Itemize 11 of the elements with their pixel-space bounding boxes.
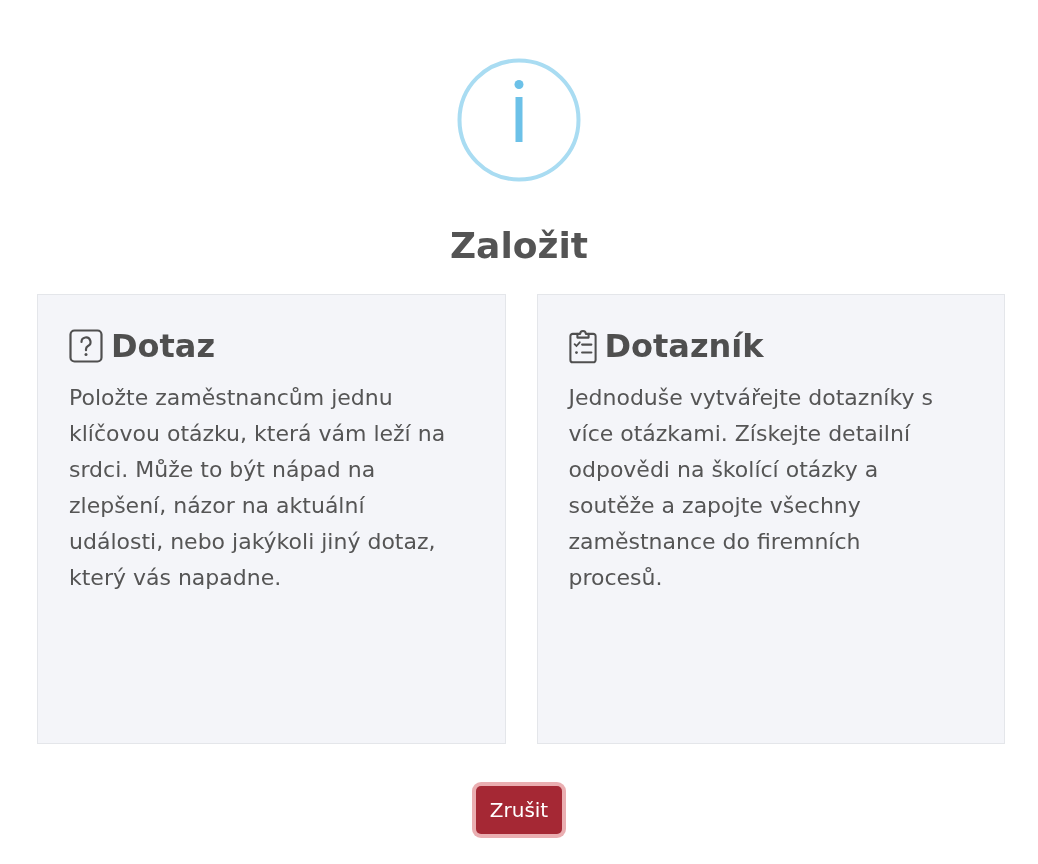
clipboard-checklist-icon bbox=[568, 328, 597, 364]
option-title: Dotazník bbox=[604, 326, 764, 366]
dialog-title: Založit bbox=[450, 224, 588, 268]
info-icon bbox=[457, 58, 581, 182]
question-mark-icon bbox=[69, 329, 103, 363]
option-card[interactable]: Dotaz Položte zaměstnancům jednu klíčovou otázku, která vám leží na srdci. Může to být nápad na zlepšení, názor na aktuální události, nebo jakýkoli jiný dotaz, který vás napadne. bbox=[37, 294, 506, 744]
option-card[interactable]: Dotazník Jednoduše vytvářejte dotazníky s více otázkami. Získejte detailní odpovědi na školící otázky a soutěže a zapojte všechny zaměstnance do firemních procesů. bbox=[536, 294, 1005, 744]
cancel-button[interactable]: Zrušit bbox=[475, 786, 563, 834]
option-description: Jednoduše vytvářejte dotazníky s více otázkami. Získejte detailní odpovědi na školící otázky a soutěže a zapojte všechny zaměstnance do firemních procesů. bbox=[568, 384, 934, 592]
option-title: Dotaz bbox=[111, 326, 216, 366]
option-description: Položte zaměstnancům jednu klíčovou otázku, která vám leží na srdci. Může to být nápad na zlepšení, názor na aktuální události, nebo jakýkoli jiný dotaz, který vás napadne. bbox=[69, 384, 447, 592]
